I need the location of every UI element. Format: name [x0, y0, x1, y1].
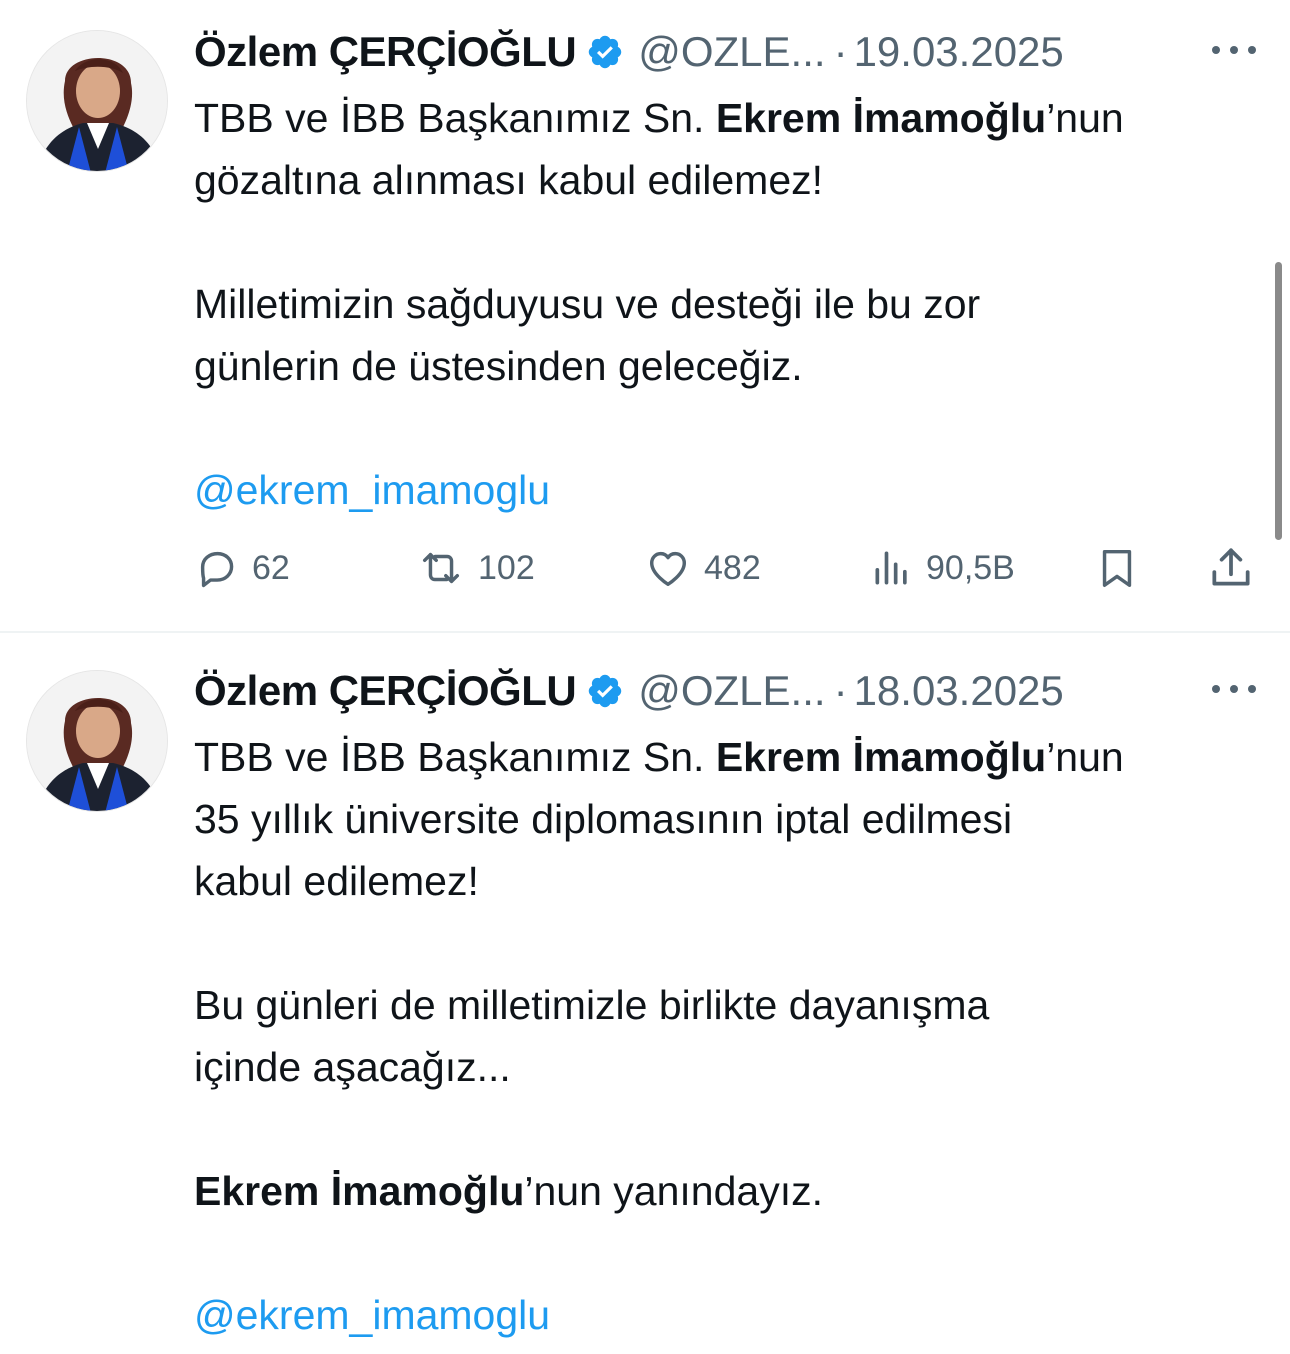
mention-link[interactable]: @ekrem_imamoglu — [194, 459, 1264, 521]
more-options-icon[interactable] — [1212, 679, 1256, 699]
text-line: ’nun — [1046, 734, 1124, 780]
text-line: Bu günleri de milletimizle birlikte daya… — [194, 982, 990, 1028]
bold-name: Ekrem İmamoğlu — [194, 1168, 525, 1214]
tweet-date[interactable]: 19.03.2025 — [854, 28, 1064, 76]
bookmark-icon — [1102, 549, 1132, 587]
views-icon — [875, 551, 907, 585]
retweet-count: 102 — [478, 548, 535, 587]
text-line: ’nun yanındayız. — [524, 1168, 823, 1214]
author-handle[interactable]: @OZLE... — [638, 667, 825, 715]
tweet-text: TBB ve İBB Başkanımız Sn. Ekrem İmamoğlu… — [194, 726, 1264, 1346]
like-icon — [649, 551, 687, 587]
text-line: Milletimizin sağduyusu ve desteği ile bu… — [194, 281, 981, 327]
separator-dot: · — [833, 667, 848, 714]
bold-name: Ekrem İmamoğlu — [715, 95, 1047, 141]
tweet[interactable]: Özlem ÇERÇİOĞLU @OZLE... · 18.03.2025 TB… — [0, 633, 1290, 1354]
text-line: kabul edilemez! — [194, 858, 479, 904]
mention-link[interactable]: @ekrem_imamoglu — [194, 1284, 1264, 1346]
verified-badge-icon — [586, 672, 624, 710]
tweet-text: TBB ve İBB Başkanımız Sn. Ekrem İmamoğlu… — [194, 87, 1264, 521]
text-line: 35 yıllık üniversite diplomasının iptal … — [194, 796, 1013, 842]
views-button[interactable]: 90,5B — [870, 538, 1015, 598]
tweet-header: Özlem ÇERÇİOĞLU @OZLE... · 18.03.2025 — [194, 663, 1194, 719]
separator-dot: · — [833, 28, 848, 75]
author-name[interactable]: Özlem ÇERÇİOĞLU — [194, 28, 577, 76]
action-bar: 62 102 482 90,5B — [194, 538, 1264, 598]
text-line: günlerin de üstesinden geleceğiz. — [194, 343, 803, 389]
retweet-icon — [422, 552, 460, 584]
retweet-button[interactable]: 102 — [416, 538, 535, 598]
text-line: ’nun — [1046, 95, 1124, 141]
text-line: içinde aşacağız... — [194, 1044, 511, 1090]
tweet-header: Özlem ÇERÇİOĞLU @OZLE... · 19.03.2025 — [194, 24, 1194, 80]
text-line: gözaltına alınması kabul edilemez! — [194, 157, 824, 203]
tweet[interactable]: Özlem ÇERÇİOĞLU @OZLE... · 19.03.2025 TB… — [0, 0, 1290, 632]
text-line: TBB ve İBB Başkanımız Sn. — [194, 95, 716, 141]
verified-badge-icon — [586, 33, 624, 71]
bold-name: Ekrem İmamoğlu — [715, 734, 1047, 780]
reply-icon — [200, 551, 234, 588]
share-button[interactable] — [1206, 538, 1256, 598]
more-options-icon[interactable] — [1212, 40, 1256, 60]
bookmark-button[interactable] — [1094, 538, 1140, 598]
like-count: 482 — [704, 548, 761, 587]
like-button[interactable]: 482 — [644, 538, 761, 598]
reply-count: 62 — [252, 548, 290, 587]
author-name[interactable]: Özlem ÇERÇİOĞLU — [194, 667, 577, 715]
profile-photo-icon — [27, 31, 167, 171]
reply-button[interactable]: 62 — [194, 538, 290, 598]
avatar[interactable] — [26, 670, 168, 812]
share-icon — [1212, 548, 1250, 586]
author-handle[interactable]: @OZLE... — [638, 28, 825, 76]
views-count: 90,5B — [926, 548, 1015, 587]
text-line: TBB ve İBB Başkanımız Sn. — [194, 734, 716, 780]
scrollbar[interactable] — [1275, 262, 1282, 540]
profile-photo-icon — [27, 671, 167, 811]
tweet-date[interactable]: 18.03.2025 — [854, 667, 1064, 715]
avatar[interactable] — [26, 30, 168, 172]
